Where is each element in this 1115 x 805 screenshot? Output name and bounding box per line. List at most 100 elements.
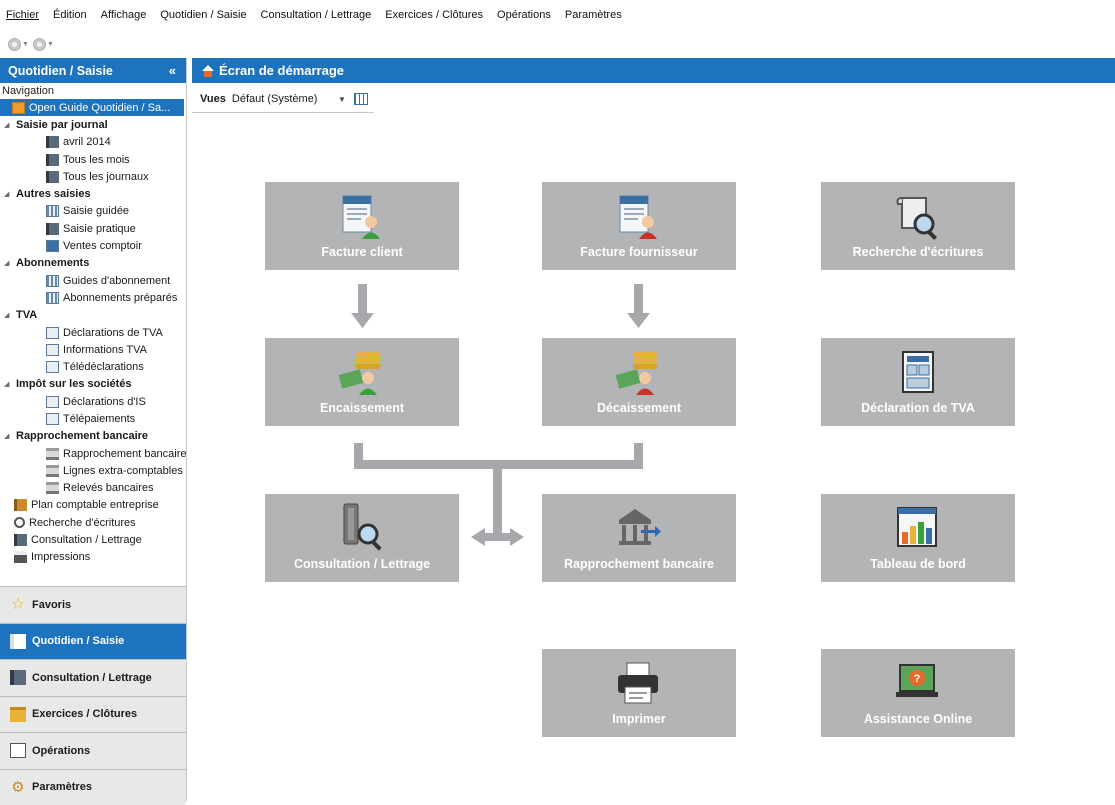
tile-label: Facture fournisseur bbox=[580, 245, 697, 259]
consultation-lettrage-icon bbox=[338, 502, 386, 552]
tree-item-rapprochement-bancaire[interactable]: Rapprochement bancaire bbox=[0, 445, 186, 462]
section-button-label: Exercices / Clôtures bbox=[32, 708, 137, 720]
tree-item-declarations-is[interactable]: Déclarations d'IS bbox=[0, 393, 186, 410]
sidebar-section-buttons: ☆Favoris Quotidien / Saisie Consultation… bbox=[0, 586, 186, 805]
tree-group-impot-societes[interactable]: ◢Impôt sur les sociétés bbox=[0, 376, 186, 393]
section-button-favoris[interactable]: ☆Favoris bbox=[0, 586, 186, 623]
main-panel: Écran de démarrage Vues Défaut (Système)… bbox=[192, 58, 1115, 801]
tile-decaissement[interactable]: Décaissement bbox=[542, 338, 736, 426]
tile-declaration-tva[interactable]: Déclaration de TVA bbox=[821, 338, 1015, 426]
connector-arrow-head bbox=[510, 528, 524, 546]
chart-of-accounts-icon bbox=[14, 499, 27, 511]
tile-tableau-de-bord[interactable]: Tableau de bord bbox=[821, 494, 1015, 582]
section-button-label: Consultation / Lettrage bbox=[32, 672, 152, 684]
tile-recherche-ecritures[interactable]: Recherche d'écritures bbox=[821, 182, 1015, 270]
sidebar: Quotidien / Saisie « Navigation Open Gui… bbox=[0, 58, 187, 801]
menu-exercices-clotures[interactable]: Exercices / Clôtures bbox=[385, 9, 483, 21]
tree-item-teledeclarations[interactable]: Télédéclarations bbox=[0, 358, 186, 375]
cash-payment-icon bbox=[615, 350, 663, 396]
tree-item-label: Rapprochement bancaire bbox=[63, 448, 187, 460]
tree-item-informations-tva[interactable]: Informations TVA bbox=[0, 341, 186, 358]
menu-consultation-lettrage[interactable]: Consultation / Lettrage bbox=[261, 9, 372, 21]
e-payment-icon bbox=[46, 413, 59, 425]
cash-receipt-icon bbox=[338, 350, 386, 396]
navigation-tree: Open Guide Quotidien / Sa... ◢Saisie par… bbox=[0, 99, 186, 566]
menu-fichier[interactable]: Fichier bbox=[6, 9, 39, 21]
tree-item-lignes-extra-comptables[interactable]: Lignes extra-comptables bbox=[0, 462, 186, 479]
search-entries-icon bbox=[896, 194, 940, 240]
tree-item-abonnements-prepares[interactable]: Abonnements préparés bbox=[0, 289, 186, 306]
tree-item-guides-abonnement[interactable]: Guides d'abonnement bbox=[0, 272, 186, 289]
group-label: Impôt sur les sociétés bbox=[16, 378, 132, 390]
tree-item-plan-comptable[interactable]: Plan comptable entreprise bbox=[0, 497, 186, 514]
menu-operations[interactable]: Opérations bbox=[497, 9, 551, 21]
journal-icon bbox=[46, 136, 59, 148]
section-button-parametres[interactable]: ⚙Paramètres bbox=[0, 769, 186, 805]
section-button-quotidien-saisie[interactable]: Quotidien / Saisie bbox=[0, 623, 186, 660]
expand-icon: ◢ bbox=[4, 432, 11, 440]
is-declaration-icon bbox=[46, 396, 59, 408]
collapse-sidebar-button[interactable]: « bbox=[169, 63, 176, 78]
tile-facture-fournisseur[interactable]: Facture fournisseur bbox=[542, 182, 736, 270]
tile-label: Décaissement bbox=[597, 401, 681, 415]
tile-label: Imprimer bbox=[612, 712, 666, 726]
tree-item-telepaiements[interactable]: Télépaiements bbox=[0, 410, 186, 427]
practical-entry-icon bbox=[46, 223, 59, 235]
tree-item-label: Tous les mois bbox=[63, 154, 130, 166]
back-button[interactable]: ▼ bbox=[8, 38, 29, 51]
tile-label: Encaissement bbox=[320, 401, 404, 415]
supplier-invoice-icon bbox=[618, 194, 660, 240]
group-label: Abonnements bbox=[16, 257, 89, 269]
section-button-operations[interactable]: Opérations bbox=[0, 732, 186, 769]
tree-item-label: Open Guide Quotidien / Sa... bbox=[29, 102, 170, 114]
menu-parametres[interactable]: Paramètres bbox=[565, 9, 622, 21]
tree-item-label: Saisie guidée bbox=[63, 205, 129, 217]
tree-item-consultation-lettrage[interactable]: Consultation / Lettrage bbox=[0, 531, 186, 548]
tree-item-label: Télépaiements bbox=[63, 413, 135, 425]
tree-group-autres-saisies[interactable]: ◢Autres saisies bbox=[0, 185, 186, 202]
forward-button[interactable]: ▼ bbox=[33, 38, 54, 51]
tree-group-rapprochement-bancaire[interactable]: ◢Rapprochement bancaire bbox=[0, 428, 186, 445]
tree-item-ventes-comptoir[interactable]: Ventes comptoir bbox=[0, 237, 186, 254]
expand-icon: ◢ bbox=[4, 259, 11, 267]
navigation-label: Navigation bbox=[0, 83, 186, 99]
tile-assistance-online[interactable]: ? Assistance Online bbox=[821, 649, 1015, 737]
star-icon: ☆ bbox=[10, 597, 26, 612]
section-button-exercices-clotures[interactable]: Exercices / Clôtures bbox=[0, 696, 186, 733]
tree-item-saisie-guidee[interactable]: Saisie guidée bbox=[0, 203, 186, 220]
tree-item-tous-les-journaux[interactable]: Tous les journaux bbox=[0, 168, 186, 185]
subscription-guide-icon bbox=[46, 275, 59, 287]
customer-invoice-icon bbox=[341, 194, 383, 240]
tree-group-tva[interactable]: ◢TVA bbox=[0, 307, 186, 324]
connector-line bbox=[484, 533, 512, 541]
section-button-label: Paramètres bbox=[32, 781, 92, 793]
tree-item-avril-2014[interactable]: avril 2014 bbox=[0, 134, 186, 151]
journal-icon bbox=[10, 634, 26, 649]
tile-encaissement[interactable]: Encaissement bbox=[265, 338, 459, 426]
tree-item-saisie-pratique[interactable]: Saisie pratique bbox=[0, 220, 186, 237]
tree-item-recherche-ecritures[interactable]: Recherche d'écritures bbox=[0, 514, 186, 531]
tree-group-abonnements[interactable]: ◢ Abonnements bbox=[0, 255, 186, 272]
tile-rapprochement-bancaire[interactable]: Rapprochement bancaire bbox=[542, 494, 736, 582]
e-declaration-icon bbox=[46, 361, 59, 373]
section-button-label: Opérations bbox=[32, 745, 90, 757]
connector-arrow-head bbox=[627, 313, 650, 328]
dashboard-icon bbox=[896, 506, 940, 552]
guided-entry-icon bbox=[46, 205, 59, 217]
tree-item-label: Relevés bancaires bbox=[63, 482, 154, 494]
tile-facture-client[interactable]: Facture client bbox=[265, 182, 459, 270]
tree-item-open-guide[interactable]: Open Guide Quotidien / Sa... bbox=[0, 99, 184, 116]
section-button-consultation-lettrage[interactable]: Consultation / Lettrage bbox=[0, 659, 186, 696]
tile-imprimer[interactable]: Imprimer bbox=[542, 649, 736, 737]
section-button-label: Quotidien / Saisie bbox=[32, 635, 124, 647]
tree-item-declarations-tva[interactable]: Déclarations de TVA bbox=[0, 324, 186, 341]
tree-group-saisie-par-journal[interactable]: ◢Saisie par journal bbox=[0, 116, 186, 133]
menu-edition[interactable]: Édition bbox=[53, 9, 87, 21]
tree-item-tous-les-mois[interactable]: Tous les mois bbox=[0, 151, 186, 168]
tile-consultation-lettrage[interactable]: Consultation / Lettrage bbox=[265, 494, 459, 582]
menu-affichage[interactable]: Affichage bbox=[101, 9, 147, 21]
tree-item-impressions[interactable]: Impressions bbox=[0, 549, 186, 566]
menu-quotidien-saisie[interactable]: Quotidien / Saisie bbox=[160, 9, 246, 21]
tree-item-releves-bancaires[interactable]: Relevés bancaires bbox=[0, 480, 186, 497]
consultation-icon bbox=[14, 534, 27, 546]
